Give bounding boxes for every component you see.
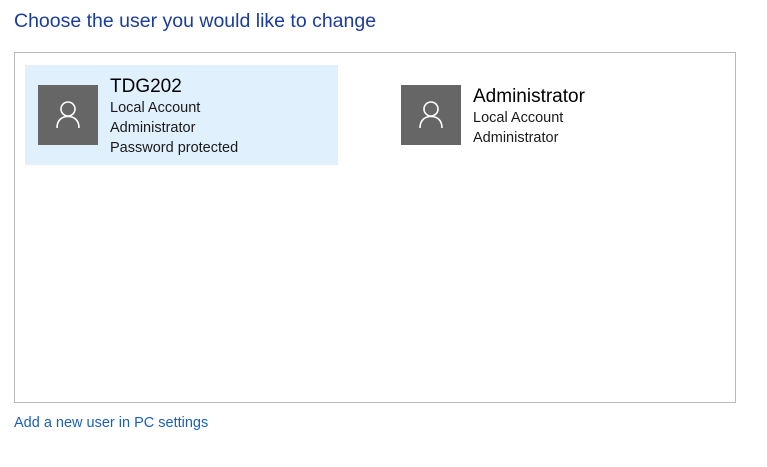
account-type: Local Account	[110, 100, 201, 116]
avatar	[38, 85, 98, 145]
accounts-panel: TDG202 Local Account Administrator Passw…	[14, 52, 736, 403]
account-name: Administrator	[473, 86, 585, 107]
account-info: TDG202 Local Account Administrator Passw…	[110, 75, 238, 158]
account-role: Administrator	[473, 130, 559, 146]
page-title: Choose the user you would like to change	[14, 10, 377, 32]
account-tile-administrator[interactable]: Administrator Local Account Administrato…	[388, 65, 701, 165]
account-role: Administrator	[110, 120, 196, 136]
account-status: Password protected	[110, 140, 239, 156]
account-info: Administrator Local Account Administrato…	[473, 85, 585, 148]
user-icon	[56, 101, 80, 129]
user-icon	[419, 101, 443, 129]
account-name: TDG202	[110, 76, 182, 97]
account-type: Local Account	[473, 110, 564, 126]
account-tile-tdg202[interactable]: TDG202 Local Account Administrator Passw…	[25, 65, 338, 165]
avatar	[401, 85, 461, 145]
add-user-link[interactable]: Add a new user in PC settings	[14, 415, 208, 431]
